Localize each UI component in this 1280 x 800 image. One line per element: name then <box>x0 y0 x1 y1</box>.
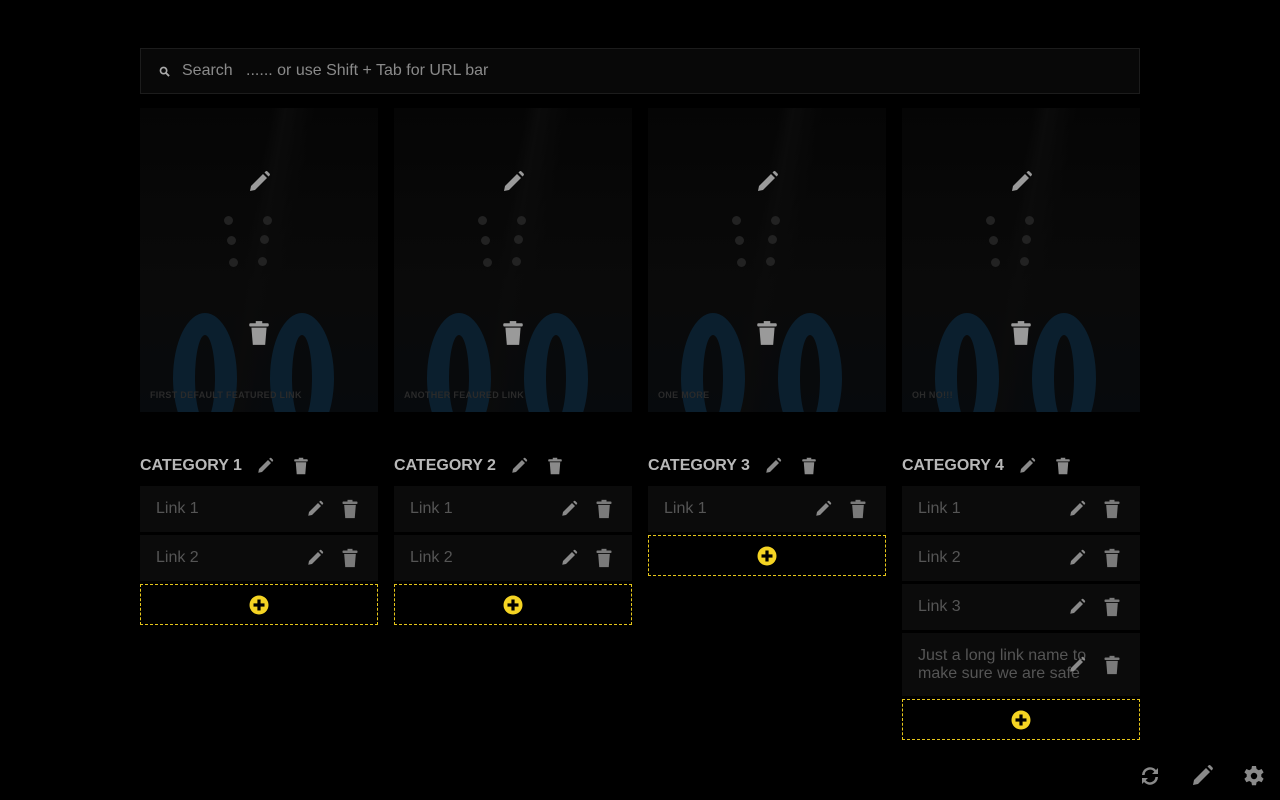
featured-label: FIRST DEFAULT FEATURED LINK <box>150 390 302 400</box>
category-header: CATEGORY 3 <box>648 452 886 480</box>
delete-link-icon[interactable] <box>595 499 613 519</box>
search-bar[interactable] <box>140 48 1140 94</box>
plus-circle-icon <box>503 595 523 614</box>
link-item[interactable]: Link 1 <box>902 486 1140 532</box>
edit-featured-icon[interactable] <box>1009 170 1033 194</box>
link-list: Link 1 Link 2 <box>140 486 378 625</box>
featured-label: ANOTHER FEAURED LINK <box>404 390 524 400</box>
delete-link-icon[interactable] <box>1103 655 1121 675</box>
delete-link-icon[interactable] <box>1103 597 1121 617</box>
refresh-icon[interactable] <box>1138 764 1162 788</box>
add-link-button[interactable] <box>394 584 632 625</box>
featured-link[interactable]: OH NO!!! <box>902 108 1140 412</box>
delete-link-icon[interactable] <box>1103 548 1121 568</box>
category-column: ANOTHER FEAURED LINK CATEGORY 2 Link 1 L… <box>394 108 632 625</box>
delete-link-icon[interactable] <box>595 548 613 568</box>
search-input[interactable] <box>182 62 1082 80</box>
category-title: CATEGORY 4 <box>902 457 1004 474</box>
edit-link-icon[interactable] <box>560 549 578 567</box>
edit-link-icon[interactable] <box>1068 598 1086 616</box>
edit-category-icon[interactable] <box>1018 457 1036 475</box>
plus-circle-icon <box>249 595 269 614</box>
delete-category-icon[interactable] <box>546 457 564 475</box>
edit-category-icon[interactable] <box>764 457 782 475</box>
link-item[interactable]: Link 2 <box>394 535 632 581</box>
delete-link-icon[interactable] <box>849 499 867 519</box>
edit-category-icon[interactable] <box>256 457 274 475</box>
add-link-button[interactable] <box>140 584 378 625</box>
link-list: Link 1 Link 2 Link 3 Just a long link na… <box>902 486 1140 740</box>
delete-featured-icon[interactable] <box>1010 320 1032 346</box>
edit-mode-icon[interactable] <box>1190 764 1214 788</box>
edit-featured-icon[interactable] <box>755 170 779 194</box>
edit-link-icon[interactable] <box>1068 656 1086 674</box>
edit-category-icon[interactable] <box>510 457 528 475</box>
delete-featured-icon[interactable] <box>502 320 524 346</box>
add-link-button[interactable] <box>902 699 1140 740</box>
delete-category-icon[interactable] <box>800 457 818 475</box>
link-item[interactable]: Link 3 <box>902 584 1140 630</box>
edit-link-icon[interactable] <box>814 500 832 518</box>
category-header: CATEGORY 4 <box>902 452 1140 480</box>
category-column: FIRST DEFAULT FEATURED LINK CATEGORY 1 L… <box>140 108 378 625</box>
edit-link-icon[interactable] <box>560 500 578 518</box>
delete-link-icon[interactable] <box>1103 499 1121 519</box>
link-list: Link 1 Link 2 <box>394 486 632 625</box>
link-item[interactable]: Link 2 <box>140 535 378 581</box>
link-item[interactable]: Just a long link name to make sure we ar… <box>902 633 1140 696</box>
delete-category-icon[interactable] <box>1054 457 1072 475</box>
featured-link[interactable]: FIRST DEFAULT FEATURED LINK <box>140 108 378 412</box>
link-list: Link 1 <box>648 486 886 576</box>
search-icon <box>159 66 170 77</box>
category-column: ONE MORE CATEGORY 3 Link 1 <box>648 108 886 576</box>
delete-category-icon[interactable] <box>292 457 310 475</box>
settings-gear-icon[interactable] <box>1242 764 1266 788</box>
featured-label: OH NO!!! <box>912 390 953 400</box>
featured-link[interactable]: ONE MORE <box>648 108 886 412</box>
edit-link-icon[interactable] <box>1068 500 1086 518</box>
link-item[interactable]: Link 1 <box>140 486 378 532</box>
edit-link-icon[interactable] <box>1068 549 1086 567</box>
category-title: CATEGORY 3 <box>648 457 750 474</box>
delete-featured-icon[interactable] <box>756 320 778 346</box>
featured-link[interactable]: ANOTHER FEAURED LINK <box>394 108 632 412</box>
category-header: CATEGORY 2 <box>394 452 632 480</box>
link-item[interactable]: Link 1 <box>394 486 632 532</box>
edit-link-icon[interactable] <box>306 500 324 518</box>
delete-featured-icon[interactable] <box>248 320 270 346</box>
add-link-button[interactable] <box>648 535 886 576</box>
delete-link-icon[interactable] <box>341 548 359 568</box>
plus-circle-icon <box>1011 710 1031 729</box>
link-item[interactable]: Link 2 <box>902 535 1140 581</box>
plus-circle-icon <box>757 546 777 565</box>
category-column: OH NO!!! CATEGORY 4 Link 1 Link 2 Link 3… <box>902 108 1140 740</box>
category-title: CATEGORY 2 <box>394 457 496 474</box>
category-header: CATEGORY 1 <box>140 452 378 480</box>
edit-link-icon[interactable] <box>306 549 324 567</box>
delete-link-icon[interactable] <box>341 499 359 519</box>
edit-featured-icon[interactable] <box>501 170 525 194</box>
edit-featured-icon[interactable] <box>247 170 271 194</box>
category-title: CATEGORY 1 <box>140 457 242 474</box>
featured-label: ONE MORE <box>658 390 710 400</box>
link-item[interactable]: Link 1 <box>648 486 886 532</box>
